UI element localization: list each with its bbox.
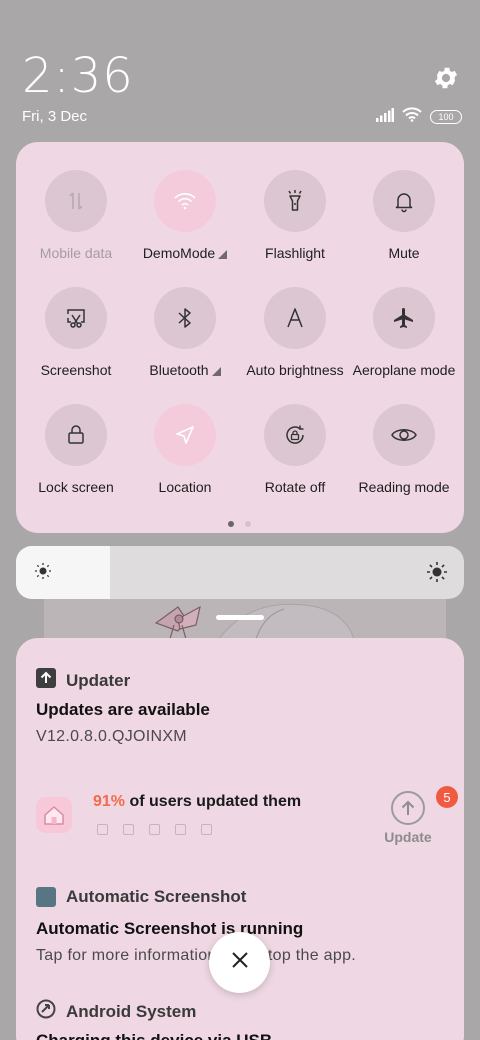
tile-reading-mode[interactable]: Reading mode <box>348 404 460 495</box>
tile-label: Aeroplane mode <box>352 362 456 378</box>
flashlight-icon <box>264 170 326 232</box>
tile-label: Flashlight <box>265 245 325 261</box>
tile-label: Mobile data <box>39 245 113 261</box>
airplane-icon <box>373 287 435 349</box>
location-icon <box>154 404 216 466</box>
tile-lock-screen[interactable]: Lock screen <box>20 404 132 495</box>
tile-flashlight[interactable]: Flashlight <box>239 170 351 261</box>
gear-icon[interactable] <box>432 64 460 92</box>
bell-icon <box>373 170 435 232</box>
update-percent: 91% <box>93 793 126 810</box>
wifi-icon <box>402 107 422 127</box>
tile-label: Mute <box>388 245 420 261</box>
notification-title[interactable]: Charging this device via USB <box>36 1031 272 1040</box>
clock: 2:36 <box>22 48 134 104</box>
tile-rotate-off[interactable]: Rotate off <box>239 404 351 495</box>
app-mini-icon <box>201 824 212 835</box>
auto-brightness-icon <box>264 287 326 349</box>
notification-title[interactable]: Automatic Screenshot is running <box>36 919 303 939</box>
tile-label: Location <box>158 479 212 495</box>
app-name: Updater <box>66 670 131 690</box>
app-mini-icon <box>97 824 108 835</box>
brightness-low-icon <box>34 562 52 585</box>
notification-screenshot-header[interactable]: Automatic Screenshot <box>36 887 246 907</box>
drag-handle[interactable] <box>216 615 264 620</box>
app-name: Android System <box>66 1001 197 1021</box>
battery-icon: 100 <box>430 110 462 124</box>
android-system-icon <box>36 999 56 1024</box>
quick-settings-panel: Mobile data DemoMode Flashlight Mute Scr… <box>16 142 464 533</box>
tile-demomode[interactable]: DemoMode <box>129 170 241 261</box>
app-mini-icon <box>175 824 186 835</box>
signal-icon <box>376 107 394 127</box>
updated-app-icons <box>97 824 212 835</box>
update-button-label: Update <box>384 829 432 845</box>
page-indicator <box>228 521 251 527</box>
update-stats-row: 91% of users updated them Update 5 <box>36 786 458 863</box>
tile-bluetooth[interactable]: Bluetooth <box>129 287 241 378</box>
page-dot[interactable] <box>245 521 251 527</box>
date[interactable]: Fri, 3 Dec <box>22 108 87 125</box>
tile-label: DemoMode <box>142 245 216 261</box>
bluetooth-icon <box>154 287 216 349</box>
tile-mute[interactable]: Mute <box>348 170 460 261</box>
updater-app-icon <box>36 668 56 693</box>
brightness-fill <box>16 546 110 599</box>
upload-arrow-icon <box>391 791 425 825</box>
page-dot-active <box>228 521 234 527</box>
notification-title[interactable]: Updates are available <box>36 700 210 720</box>
app-name: Automatic Screenshot <box>66 887 247 906</box>
tile-screenshot[interactable]: Screenshot <box>20 287 132 378</box>
update-percent-text: 91% of users updated them <box>93 793 301 811</box>
brightness-slider[interactable] <box>16 546 464 599</box>
mobile-data-icon <box>45 170 107 232</box>
tile-label: Bluetooth <box>149 362 209 378</box>
notification-updater-header[interactable]: Updater <box>36 668 130 693</box>
tile-auto-brightness[interactable]: Auto brightness <box>239 287 351 378</box>
tile-label: Lock screen <box>38 479 114 495</box>
update-badge: 5 <box>436 786 458 808</box>
close-icon <box>231 951 249 974</box>
tile-label: Screenshot <box>40 362 112 378</box>
lock-icon <box>45 404 107 466</box>
app-mini-icon <box>149 824 160 835</box>
app-mini-icon <box>123 824 134 835</box>
system-icons: 100 <box>376 107 462 127</box>
notification-android-header[interactable]: Android System <box>36 999 196 1024</box>
expand-caret-icon <box>218 250 228 259</box>
wifi-icon <box>154 170 216 232</box>
brightness-high-icon <box>426 561 448 588</box>
notification-subtitle: V12.0.8.0.QJOINXM <box>36 728 187 745</box>
status-bar: 2:36 Fri, 3 Dec 100 <box>0 0 480 140</box>
notification-subtitle: Tap for more information or to stop the … <box>36 947 357 964</box>
screenshot-app-icon <box>36 887 56 907</box>
clear-notifications-button[interactable] <box>209 932 270 993</box>
update-button[interactable]: Update <box>384 791 432 847</box>
home-app-icon <box>36 797 72 833</box>
tile-label: Reading mode <box>358 479 450 495</box>
rotate-lock-icon <box>264 404 326 466</box>
tile-label: Auto brightness <box>246 362 344 378</box>
tile-aeroplane-mode[interactable]: Aeroplane mode <box>348 287 460 378</box>
screenshot-icon <box>45 287 107 349</box>
tile-label: Rotate off <box>264 479 326 495</box>
update-percent-label: of users updated them <box>129 793 302 810</box>
tile-mobile-data[interactable]: Mobile data <box>20 170 132 261</box>
tile-location[interactable]: Location <box>129 404 241 495</box>
expand-caret-icon <box>211 367 221 376</box>
eye-icon <box>373 404 435 466</box>
